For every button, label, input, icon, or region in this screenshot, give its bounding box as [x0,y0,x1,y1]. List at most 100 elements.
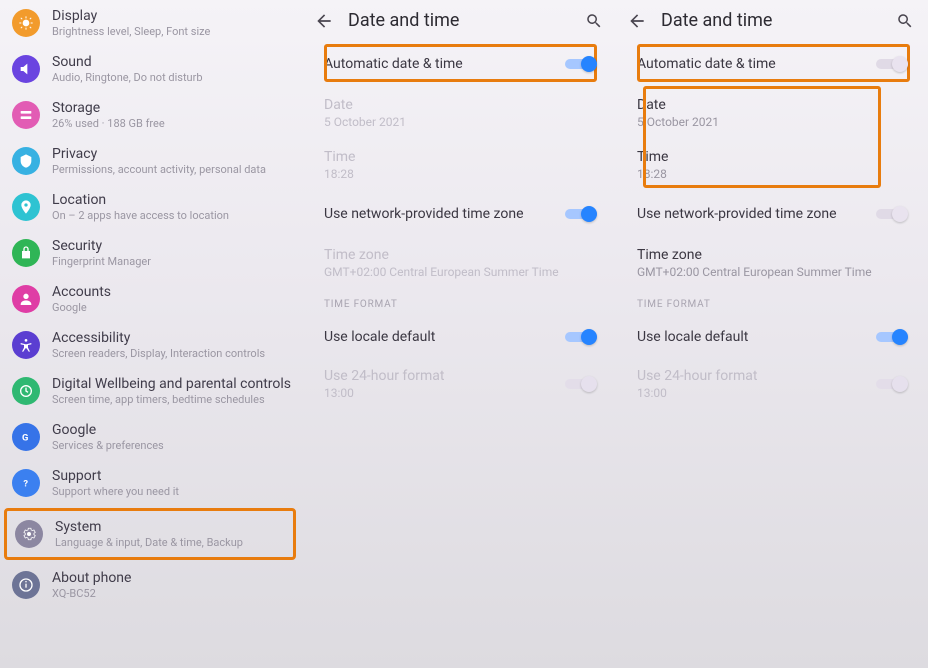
label: Use 24-hour format [637,368,876,384]
item-locale-default[interactable]: Use locale default [304,316,617,358]
value: 13:00 [324,386,565,400]
sub: Brightness level, Sleep, Font size [52,25,210,38]
back-icon[interactable] [627,11,647,31]
accessibility-icon [12,331,40,359]
label: Time [637,149,908,165]
item-date: Date 5 October 2021 [304,87,617,139]
setting-privacy[interactable]: PrivacyPermissions, account activity, pe… [0,138,304,184]
location-icon [12,193,40,221]
value: 5 October 2021 [637,115,908,129]
value: 13:00 [637,386,876,400]
value: 18:28 [637,167,908,181]
label: Storage [52,100,165,116]
sub: Permissions, account activity, personal … [52,163,266,176]
item-24h: Use 24-hour format 13:00 [617,358,928,410]
label: Use network-provided time zone [324,206,565,222]
label: Use locale default [324,329,565,345]
label: Use network-provided time zone [637,206,876,222]
settings-list: DisplayBrightness level, Sleep, Font siz… [0,0,304,608]
setting-about[interactable]: About phoneXQ-BC52 [0,562,304,608]
label: Sound [52,54,203,70]
label: Time [324,149,597,165]
label: Accessibility [52,330,265,346]
item-time[interactable]: Time 18:28 [617,139,928,191]
value: GMT+02:00 Central European Summer Time [637,265,908,279]
label: Use locale default [637,329,876,345]
setting-display[interactable]: DisplayBrightness level, Sleep, Font siz… [0,0,304,46]
page-title: Date and time [348,10,585,31]
item-tz: Time zone GMT+02:00 Central European Summ… [304,237,617,289]
toggle-net-tz[interactable] [565,205,597,223]
label: Accounts [52,284,111,300]
label: Google [52,422,164,438]
search-icon[interactable] [585,12,603,30]
display-icon [12,9,40,37]
setting-support[interactable]: ? SupportSupport where you need it [0,460,304,506]
item-tz[interactable]: Time zone GMT+02:00 Central European Summ… [617,237,928,289]
setting-storage[interactable]: Storage26% used · 188 GB free [0,92,304,138]
sound-icon [12,55,40,83]
label: Use 24-hour format [324,368,565,384]
item-date[interactable]: Date 5 October 2021 [617,87,928,139]
item-auto-dt[interactable]: Automatic date & time [304,41,617,87]
back-icon[interactable] [314,11,334,31]
toggle-24h [565,375,597,393]
item-24h: Use 24-hour format 13:00 [304,358,617,410]
page-title: Date and time [661,10,896,31]
google-icon: G [12,423,40,451]
setting-google[interactable]: G GoogleServices & preferences [0,414,304,460]
setting-accounts[interactable]: AccountsGoogle [0,276,304,322]
section-time-format: TIME FORMAT [304,289,617,316]
storage-icon [12,101,40,129]
header: Date and time [304,0,617,41]
label: Security [52,238,151,254]
sub: Fingerprint Manager [52,255,151,268]
date-time-panel-auto-off: Date and time Automatic date & time Date… [617,0,928,668]
label: Date [637,97,908,113]
label: System [55,519,243,535]
wellbeing-icon [12,377,40,405]
settings-panel: DisplayBrightness level, Sleep, Font siz… [0,0,304,668]
toggle-auto-dt[interactable] [876,55,908,73]
label: Date [324,97,597,113]
privacy-icon [12,147,40,175]
toggle-locale-default[interactable] [565,328,597,346]
item-net-tz[interactable]: Use network-provided time zone [617,191,928,237]
label: Support [52,468,179,484]
sub: Google [52,301,111,314]
toggle-locale-default[interactable] [876,328,908,346]
sub: On – 2 apps have access to location [52,209,229,222]
setting-accessibility[interactable]: AccessibilityScreen readers, Display, In… [0,322,304,368]
sub: XQ-BC52 [52,587,131,600]
section-time-format: TIME FORMAT [617,289,928,316]
value: 18:28 [324,167,597,181]
search-icon[interactable] [896,12,914,30]
label: Location [52,192,229,208]
svg-text:G: G [22,432,28,443]
date-time-panel-auto-on: Date and time Automatic date & time Date… [304,0,617,668]
value: 5 October 2021 [324,115,597,129]
svg-text:?: ? [23,478,28,489]
setting-security[interactable]: SecurityFingerprint Manager [0,230,304,276]
toggle-net-tz[interactable] [876,205,908,223]
sub: Screen readers, Display, Interaction con… [52,347,265,360]
setting-sound[interactable]: SoundAudio, Ringtone, Do not disturb [0,46,304,92]
value: GMT+02:00 Central European Summer Time [324,265,597,279]
label: Automatic date & time [637,56,876,72]
sub: 26% used · 188 GB free [52,117,165,130]
item-locale-default[interactable]: Use locale default [617,316,928,358]
sub: Screen time, app timers, bedtime schedul… [52,393,291,406]
label: Time zone [324,247,597,263]
item-auto-dt[interactable]: Automatic date & time [617,41,928,87]
toggle-auto-dt[interactable] [565,55,597,73]
toggle-24h [876,375,908,393]
setting-wellbeing[interactable]: Digital Wellbeing and parental controlsS… [0,368,304,414]
item-net-tz[interactable]: Use network-provided time zone [304,191,617,237]
item-time: Time 18:28 [304,139,617,191]
about-icon [12,571,40,599]
setting-system[interactable]: SystemLanguage & input, Date & time, Bac… [4,508,296,560]
sub: Support where you need it [52,485,179,498]
setting-location[interactable]: LocationOn – 2 apps have access to locat… [0,184,304,230]
header: Date and time [617,0,928,41]
label: Time zone [637,247,908,263]
